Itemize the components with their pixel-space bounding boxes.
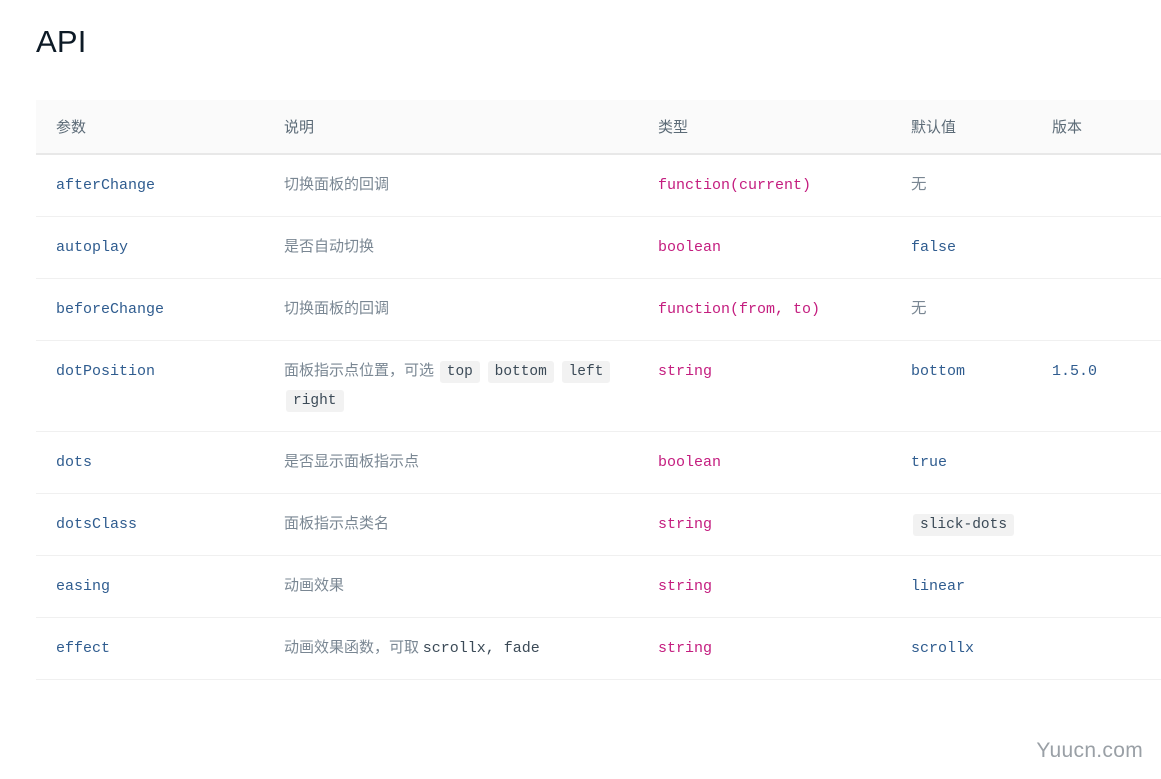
param-name: autoplay [56, 239, 129, 256]
cell-version [1032, 617, 1161, 680]
param-name: effect [56, 640, 111, 657]
table-header: 参数 说明 类型 默认值 版本 [36, 100, 1161, 155]
column-header-type: 类型 [638, 100, 891, 155]
default-value: 无 [911, 300, 927, 317]
type-value: string [658, 516, 713, 533]
table-header-row: 参数 说明 类型 默认值 版本 [36, 100, 1161, 155]
cell-type: string [638, 340, 891, 432]
description-text: 面板指示点类名 [284, 516, 390, 532]
type-value: function(from, to) [658, 301, 821, 318]
cell-description: 动画效果 [264, 555, 638, 618]
table-row: dots 是否显示面板指示点 boolean true [36, 431, 1161, 494]
cell-default: 无 [891, 278, 1032, 341]
param-name: afterChange [56, 177, 156, 194]
description-text: 动画效果函数，可取 [284, 640, 420, 656]
table-row: dotsClass 面板指示点类名 string slick-dots [36, 493, 1161, 556]
cell-type: string [638, 555, 891, 618]
default-value: true [911, 454, 948, 471]
cell-type: boolean [638, 216, 891, 279]
description-text: 动画效果 [284, 578, 345, 594]
cell-param: dots [36, 431, 264, 494]
table-row: autoplay 是否自动切换 boolean false [36, 216, 1161, 279]
cell-description: 是否自动切换 [264, 216, 638, 279]
api-table-container: 参数 说明 类型 默认值 版本 afterChange 切换面板的回调 functi… [36, 100, 1161, 680]
type-value: function(current) [658, 177, 812, 194]
cell-default: 无 [891, 154, 1032, 217]
description-mono-text: scrollx, fade [422, 640, 540, 657]
cell-param: easing [36, 555, 264, 618]
type-value: string [658, 578, 713, 595]
param-name: dotsClass [56, 516, 138, 533]
cell-default: linear [891, 555, 1032, 618]
cell-type: string [638, 493, 891, 556]
cell-default: false [891, 216, 1032, 279]
cell-version [1032, 154, 1161, 217]
cell-version [1032, 493, 1161, 556]
cell-description: 切换面板的回调 [264, 278, 638, 341]
cell-version [1032, 555, 1161, 618]
type-value: string [658, 640, 713, 657]
table-body: afterChange 切换面板的回调 function(current) 无 auto… [36, 154, 1161, 680]
table-row: beforeChange 切换面板的回调 function(from, to) 无 [36, 278, 1161, 341]
default-value: bottom [911, 363, 966, 380]
cell-param: afterChange [36, 154, 264, 217]
default-value: 无 [911, 176, 927, 193]
description-text: 是否显示面板指示点 [284, 454, 420, 470]
cell-param: dotsClass [36, 493, 264, 556]
api-documentation-page: API 参数 说明 类型 默认值 版本 afterChange 切换面板的回调 fu… [0, 0, 1161, 779]
description-code-chip: top [439, 361, 480, 383]
description-text: 是否自动切换 [284, 239, 375, 255]
param-name: dots [56, 454, 93, 471]
column-header-version: 版本 [1032, 100, 1161, 155]
site-watermark: Yuucn.com [1036, 739, 1143, 762]
default-value: false [911, 239, 957, 256]
cell-default: scrollx [891, 617, 1032, 680]
default-value: scrollx [911, 640, 975, 657]
column-header-param: 参数 [36, 100, 264, 155]
table-row: effect 动画效果函数，可取 scrollx, fade string scrol… [36, 617, 1161, 680]
cell-type: function(current) [638, 154, 891, 217]
cell-default: slick-dots [891, 493, 1032, 556]
column-header-description: 说明 [264, 100, 638, 155]
param-name: dotPosition [56, 363, 156, 380]
cell-description: 动画效果函数，可取 scrollx, fade [264, 617, 638, 680]
cell-description: 面板指示点类名 [264, 493, 638, 556]
cell-type: function(from, to) [638, 278, 891, 341]
param-name: beforeChange [56, 301, 165, 318]
cell-param: dotPosition [36, 340, 264, 432]
type-value: boolean [658, 239, 722, 256]
api-parameters-table: 参数 说明 类型 默认值 版本 afterChange 切换面板的回调 functi… [36, 100, 1161, 680]
cell-default: bottom [891, 340, 1032, 432]
table-row: afterChange 切换面板的回调 function(current) 无 [36, 154, 1161, 217]
description-code-chip: left [561, 361, 611, 383]
description-text: 切换面板的回调 [284, 177, 390, 193]
cell-param: effect [36, 617, 264, 680]
table-row: easing 动画效果 string linear [36, 555, 1161, 618]
cell-param: beforeChange [36, 278, 264, 341]
page-title: API [36, 24, 87, 59]
description-text: 面板指示点位置，可选 [284, 363, 435, 379]
cell-description: 切换面板的回调 [264, 154, 638, 217]
type-value: string [658, 363, 713, 380]
table-row: dotPosition 面板指示点位置，可选 top bottom left ri… [36, 340, 1161, 432]
description-code-chip: right [286, 390, 344, 412]
cell-version [1032, 216, 1161, 279]
param-name: easing [56, 578, 111, 595]
cell-description: 是否显示面板指示点 [264, 431, 638, 494]
cell-description: 面板指示点位置，可选 top bottom left right [264, 340, 638, 432]
default-value: linear [911, 578, 966, 595]
column-header-default: 默认值 [891, 100, 1032, 155]
cell-version [1032, 278, 1161, 341]
cell-type: string [638, 617, 891, 680]
description-code-chip: bottom [487, 361, 554, 383]
cell-type: boolean [638, 431, 891, 494]
type-value: boolean [658, 454, 722, 471]
cell-param: autoplay [36, 216, 264, 279]
version-value: 1.5.0 [1052, 363, 1098, 380]
cell-version: 1.5.0 [1032, 340, 1161, 432]
cell-version [1032, 431, 1161, 494]
description-text: 切换面板的回调 [284, 301, 390, 317]
default-code-chip: slick-dots [913, 514, 1015, 536]
cell-default: true [891, 431, 1032, 494]
